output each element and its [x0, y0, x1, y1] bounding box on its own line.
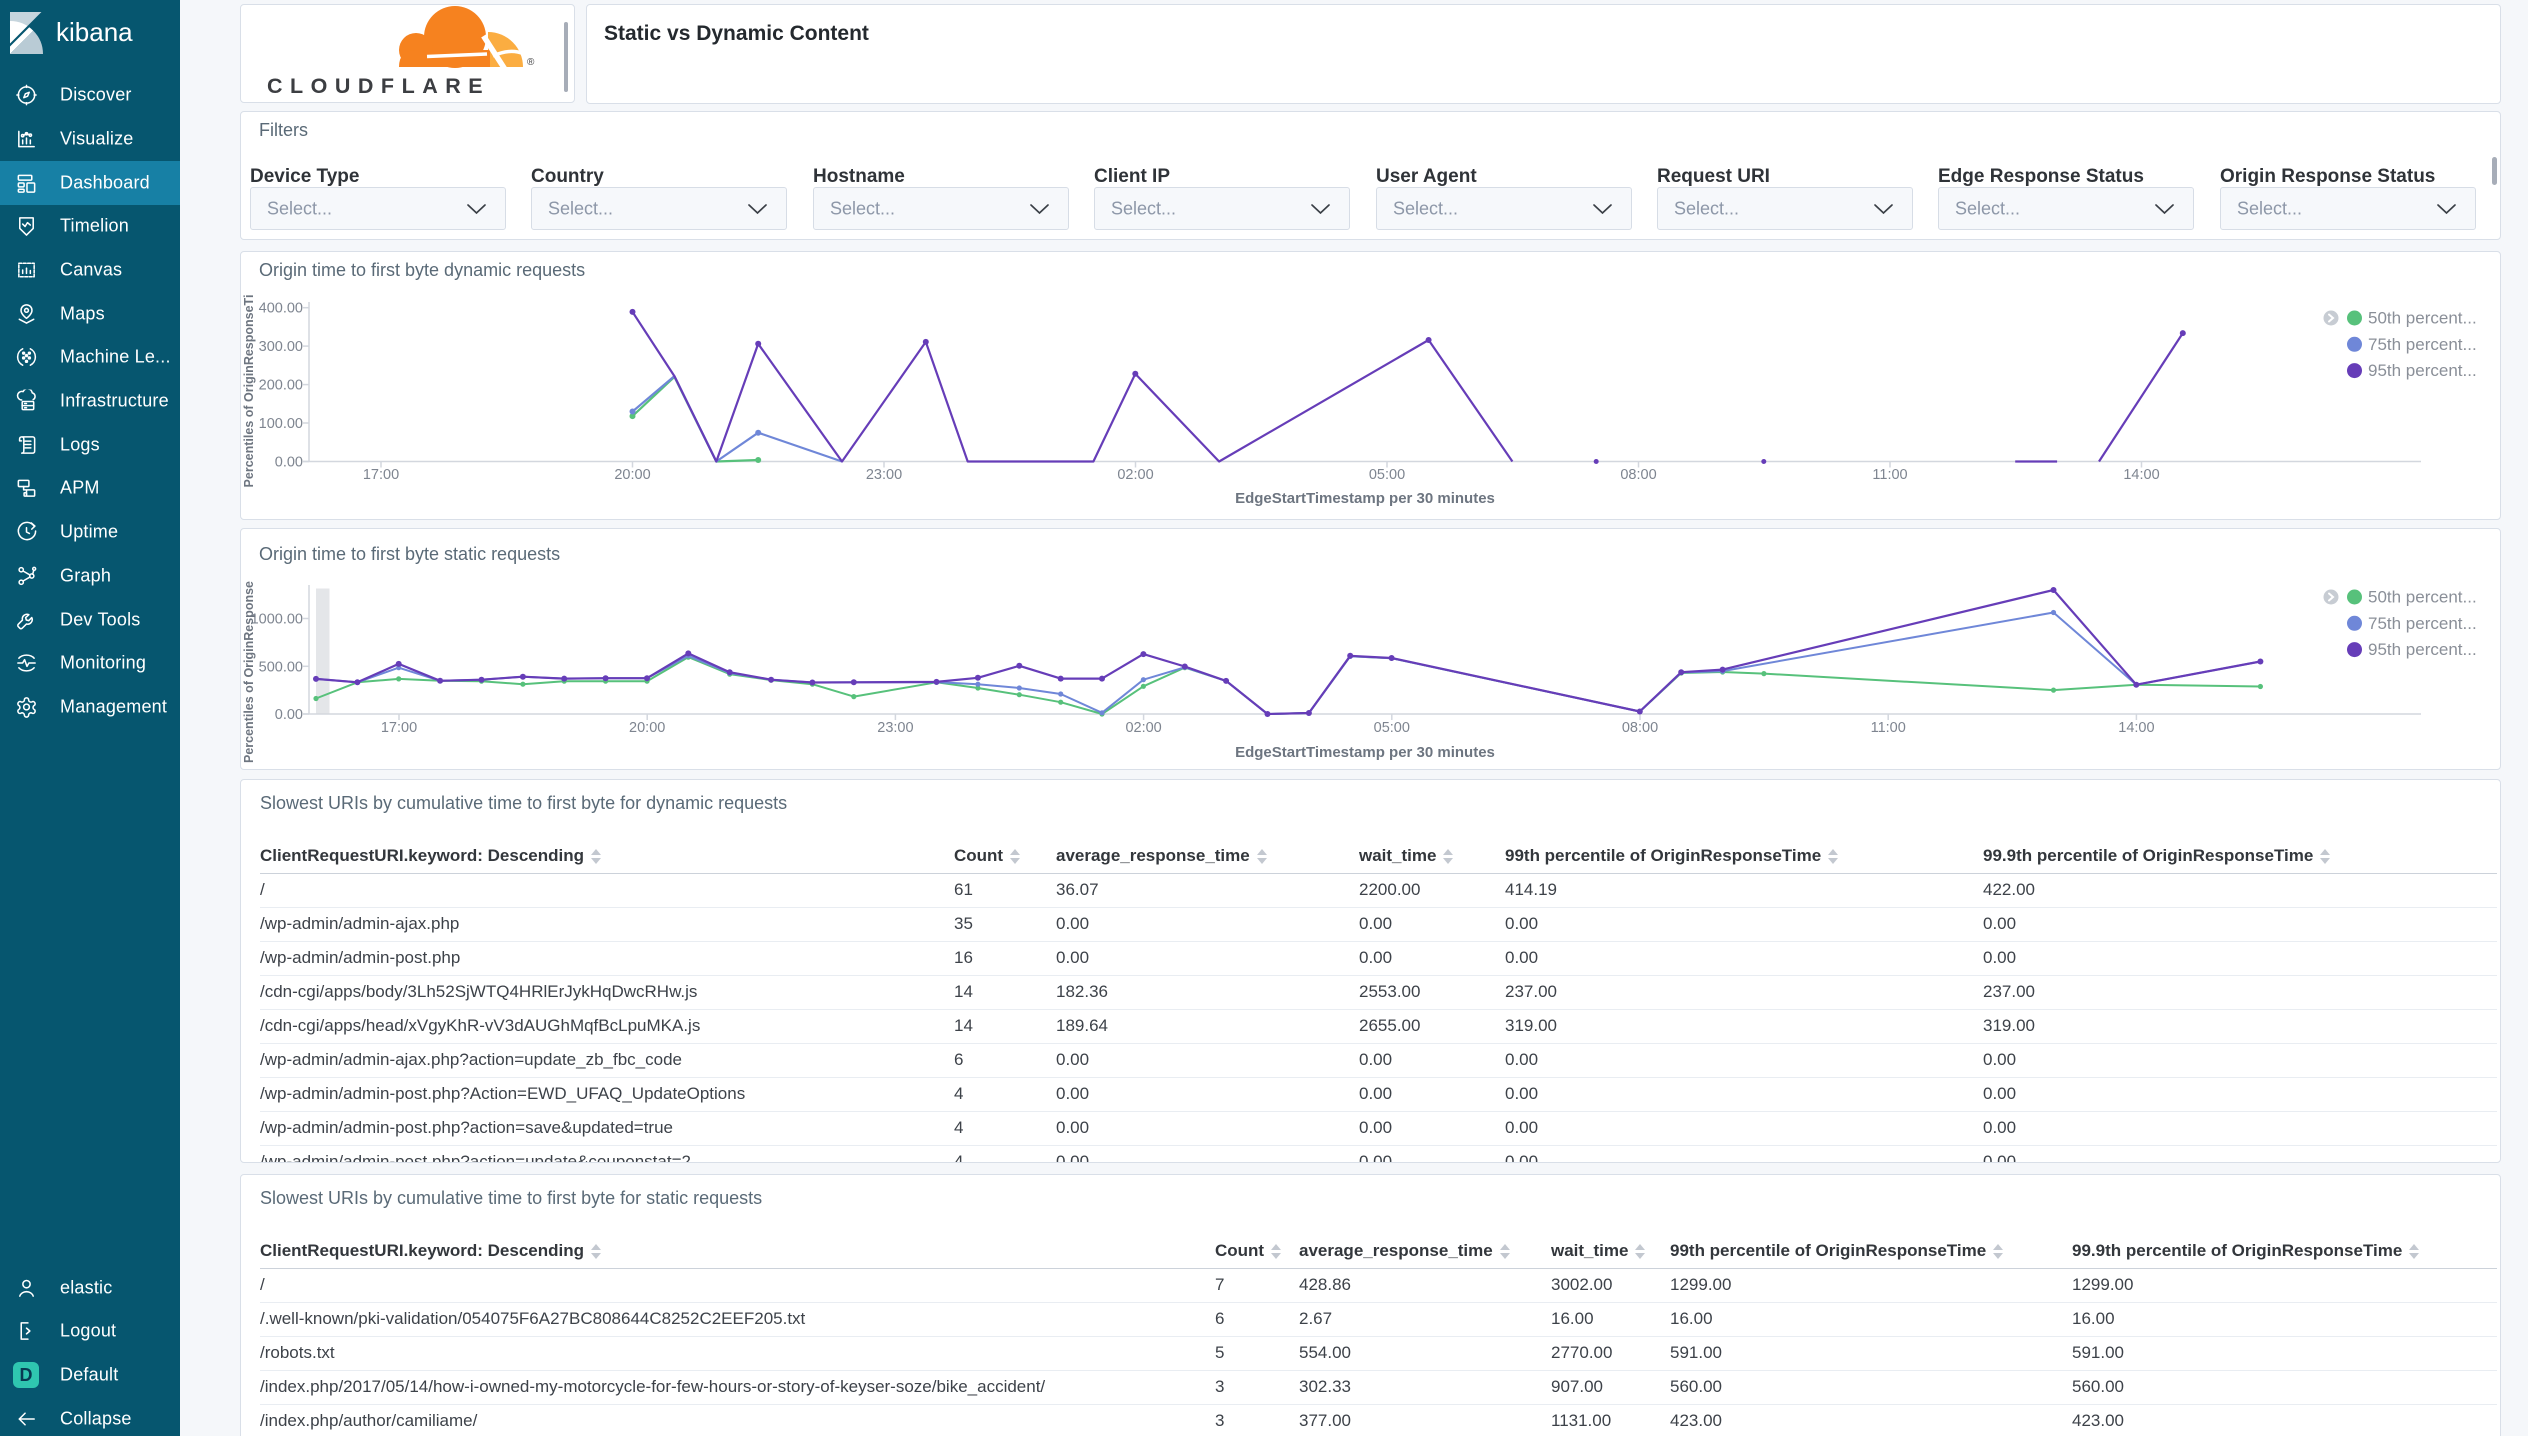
svg-text:02:00: 02:00 [1125, 720, 1161, 736]
svg-text:100.00: 100.00 [259, 416, 303, 432]
svg-text:05:00: 05:00 [1369, 467, 1405, 483]
svg-text:14:00: 14:00 [2123, 467, 2159, 483]
svg-text:23:00: 23:00 [866, 467, 902, 483]
svg-text:0.00: 0.00 [275, 707, 303, 723]
svg-text:95th percent...: 95th percent... [2368, 640, 2477, 659]
svg-text:02:00: 02:00 [1117, 467, 1153, 483]
svg-text:05:00: 05:00 [1374, 720, 1410, 736]
svg-text:300.00: 300.00 [259, 339, 303, 355]
svg-text:Percentiles of OriginResponse: Percentiles of OriginResponse [242, 581, 256, 763]
svg-text:08:00: 08:00 [1622, 720, 1658, 736]
svg-text:17:00: 17:00 [381, 720, 417, 736]
svg-text:200.00: 200.00 [259, 378, 303, 394]
svg-text:®: ® [527, 57, 535, 68]
svg-text:50th percent...: 50th percent... [2368, 309, 2477, 328]
svg-text:11:00: 11:00 [1872, 467, 1907, 483]
svg-text:0.00: 0.00 [275, 455, 303, 471]
svg-text:17:00: 17:00 [363, 467, 399, 483]
svg-text:08:00: 08:00 [1620, 467, 1656, 483]
svg-text:95th percent...: 95th percent... [2368, 361, 2477, 380]
svg-text:11:00: 11:00 [1871, 720, 1906, 736]
svg-text:500.00: 500.00 [259, 659, 303, 675]
svg-text:1000.00: 1000.00 [251, 612, 303, 628]
svg-text:50th percent...: 50th percent... [2368, 588, 2477, 607]
svg-text:75th percent...: 75th percent... [2368, 614, 2477, 633]
svg-text:20:00: 20:00 [614, 467, 650, 483]
svg-text:400.00: 400.00 [259, 301, 303, 317]
svg-text:23:00: 23:00 [877, 720, 913, 736]
svg-text:20:00: 20:00 [629, 720, 665, 736]
svg-text:Percentiles of OriginResponseT: Percentiles of OriginResponseTi [242, 295, 256, 488]
svg-text:75th percent...: 75th percent... [2368, 335, 2477, 354]
svg-text:EdgeStartTimestamp per 30 minu: EdgeStartTimestamp per 30 minutes [1235, 490, 1495, 507]
svg-text:CLOUDFLARE: CLOUDFLARE [267, 74, 490, 98]
svg-text:EdgeStartTimestamp per 30 minu: EdgeStartTimestamp per 30 minutes [1235, 744, 1495, 761]
svg-text:14:00: 14:00 [2118, 720, 2154, 736]
